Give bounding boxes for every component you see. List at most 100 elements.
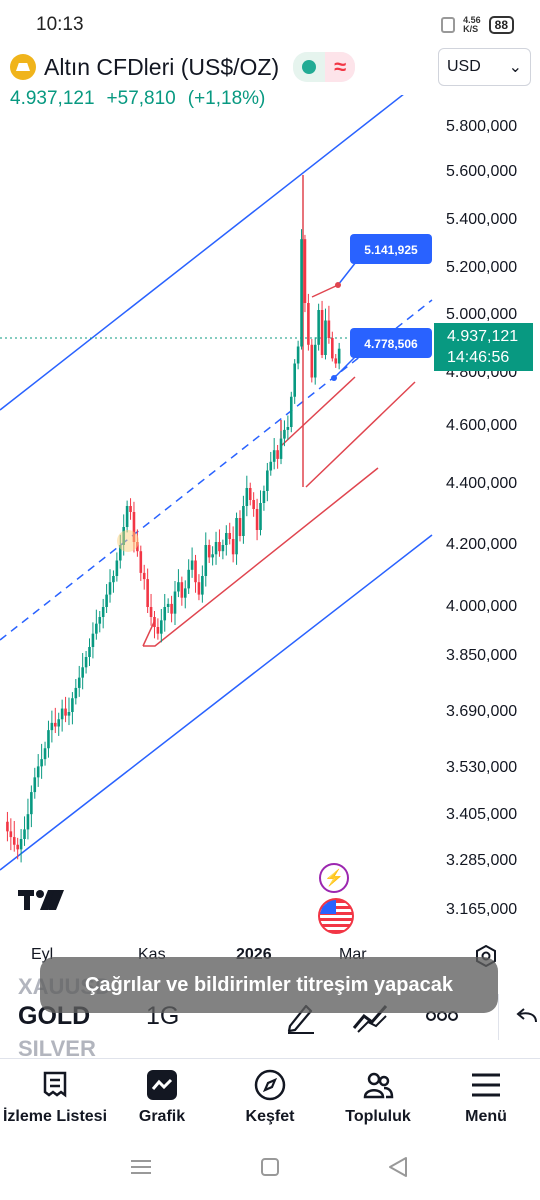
candle-body	[211, 554, 214, 558]
market-status-pill[interactable]: ≈	[293, 52, 356, 82]
candle-body	[139, 551, 143, 573]
candle-body	[204, 545, 208, 576]
wave-icon: ≈	[325, 52, 356, 82]
candle-body	[269, 461, 273, 471]
candle-body	[146, 579, 149, 607]
candle-body	[43, 748, 47, 760]
candle-body	[225, 533, 228, 545]
current-price-tag: 4.937,121 14:46:56	[434, 323, 533, 371]
candle-body	[77, 677, 81, 688]
candle-body	[156, 627, 160, 634]
nav-label-explore: Keşfet	[245, 1108, 295, 1125]
candle-body	[23, 829, 26, 839]
price-axis-label: 3.405,000	[446, 806, 518, 823]
nav-item-community[interactable]: Topluluk	[323, 1059, 433, 1139]
candle-body	[47, 730, 50, 749]
candle-body	[101, 607, 105, 617]
candle-body	[50, 722, 54, 731]
candle-body	[289, 396, 293, 427]
bottom-nav: İzleme Listesi Grafik Keşfet Topluluk Me…	[0, 1058, 540, 1139]
candle-body	[286, 427, 290, 430]
candle-body	[173, 591, 177, 614]
home-icon[interactable]	[261, 1158, 279, 1176]
gold-logo-icon	[10, 54, 36, 80]
callout-value: 5.141,925	[364, 243, 418, 257]
candle-body	[283, 429, 286, 439]
candle-body	[57, 719, 61, 727]
candle-body	[112, 576, 115, 583]
candle-body	[166, 603, 170, 607]
candle-body	[60, 708, 64, 720]
market-open-dot-icon	[302, 60, 317, 74]
candle-body	[125, 506, 129, 527]
recent-apps-icon[interactable]	[131, 1160, 151, 1174]
price-axis-label: 4.200,000	[446, 536, 518, 553]
nav-item-explore[interactable]: Keşfet	[215, 1059, 325, 1139]
candle-body	[194, 560, 197, 583]
callout-pointer	[337, 261, 357, 286]
candle-body	[320, 310, 324, 355]
price-axis-label: 3.530,000	[446, 759, 518, 776]
candle-body	[153, 617, 156, 627]
bar-countdown: 14:46:56	[447, 349, 510, 366]
candle-body	[221, 545, 225, 552]
candle-body	[262, 491, 266, 503]
nav-item-menu[interactable]: Menü	[431, 1059, 540, 1139]
candle-body	[266, 470, 269, 491]
candle-body	[177, 582, 180, 592]
candle-body	[170, 603, 173, 614]
current-price: 4.937,121	[447, 328, 519, 345]
nav-item-chart[interactable]: Grafik	[107, 1059, 217, 1139]
price-axis-label: 4.600,000	[446, 417, 518, 434]
undo-icon[interactable]	[514, 1006, 538, 1026]
chart-icon	[147, 1070, 177, 1100]
currency-select[interactable]: USD ⌄	[438, 48, 531, 86]
candle-body	[327, 320, 331, 338]
price-axis-label: 4.400,000	[446, 475, 518, 492]
nav-label-community: Topluluk	[345, 1108, 411, 1125]
candle-body	[331, 338, 334, 359]
price-axis-label: 5.600,000	[446, 163, 518, 180]
nav-label-watchlist: İzleme Listesi	[2, 1108, 108, 1125]
candle-body	[6, 821, 9, 832]
candle-body	[26, 814, 30, 830]
candle-body	[33, 777, 37, 793]
candle-body	[187, 569, 190, 589]
candle-body	[129, 506, 132, 512]
candle-body	[105, 594, 108, 607]
price-axis-label: 5.200,000	[446, 259, 518, 276]
candle-body	[19, 839, 23, 850]
vibration-toast: Çağrılar ve bildirimler titreşim yapacak	[40, 957, 498, 1013]
status-icons: 4.56 K/S 88	[441, 16, 514, 34]
candle-body	[279, 438, 283, 459]
candle-body	[54, 722, 57, 727]
candle-body	[334, 358, 338, 364]
candle-body	[16, 844, 19, 850]
candle-body	[190, 560, 194, 570]
lightning-event-icon[interactable]: ⚡	[319, 863, 349, 893]
back-icon[interactable]	[389, 1157, 407, 1177]
candle-body	[201, 576, 204, 595]
nav-item-watchlist[interactable]: İzleme Listesi	[0, 1059, 110, 1139]
candle-body	[214, 542, 218, 555]
callout-anchor-dot	[335, 282, 341, 288]
candle-body	[40, 759, 43, 767]
candle-body	[180, 582, 184, 598]
price-axis-label: 3.285,000	[446, 852, 518, 869]
candle-body	[300, 239, 303, 347]
toolbar-divider	[498, 994, 499, 1040]
candle-body	[183, 588, 187, 598]
candle-body	[88, 647, 91, 657]
candle-body	[149, 607, 153, 617]
sim-card-icon	[441, 17, 456, 33]
us-flag-event-icon[interactable]	[318, 898, 354, 934]
network-speed: 4.56 K/S	[463, 16, 481, 34]
candle-body	[307, 303, 310, 345]
symbol-title[interactable]: Altın CFDleri (US$/OZ)	[44, 54, 279, 81]
candle-body	[296, 346, 300, 364]
candle-body	[245, 488, 249, 506]
candle-body	[218, 542, 221, 552]
candle-body	[81, 667, 84, 678]
candle-body	[95, 623, 98, 634]
candle-body	[313, 344, 317, 378]
